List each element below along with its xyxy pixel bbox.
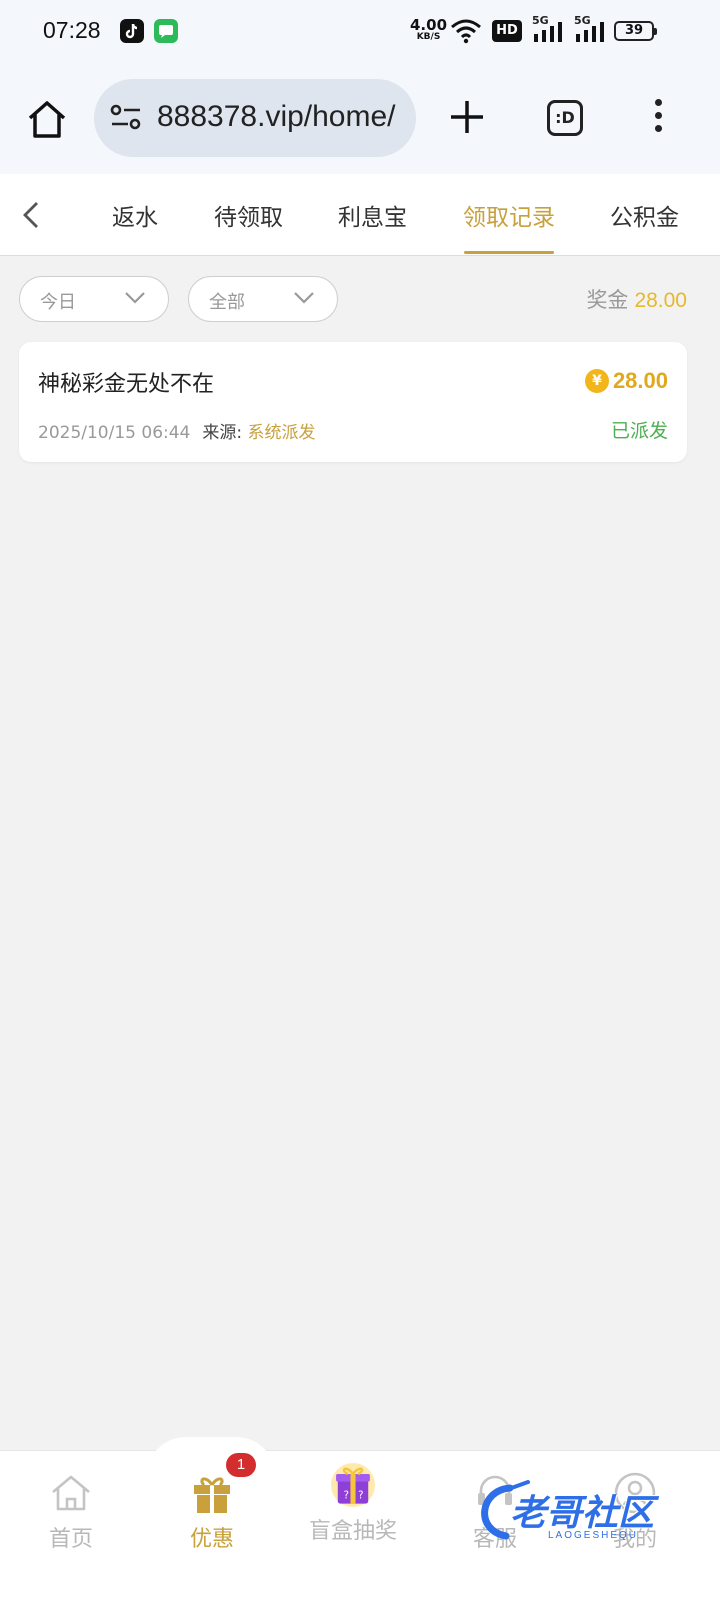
record-card[interactable]: 神秘彩金无处不在 ¥ 28.00 2025/10/15 06:44 来源: 系统派… [19, 342, 687, 462]
tab-claim-records[interactable]: 领取记录 [463, 198, 555, 232]
record-time: 2025/10/15 06:44 [38, 423, 191, 443]
chevron-down-icon [294, 292, 314, 304]
record-amount: 28.00 [612, 368, 668, 393]
status-time: 07:28 [43, 17, 101, 43]
date-filter-dropdown[interactable]: 今日 [19, 276, 169, 322]
tab-provident-fund[interactable]: 公积金 [610, 198, 679, 232]
nav-home[interactable]: 首页 [11, 1471, 131, 1553]
messages-icon [154, 19, 178, 43]
record-source-label: 来源: [202, 423, 243, 443]
active-tab-indicator [464, 251, 554, 254]
record-source-value: 系统派发 [247, 423, 316, 443]
nav-mystery-box[interactable]: ? ? 盲盒抽奖 [293, 1463, 413, 1545]
wifi-icon [451, 19, 481, 44]
bonus-total-label: 奖金 [586, 288, 629, 312]
home-icon [52, 1475, 90, 1511]
nav-promotions[interactable]: 优惠 [152, 1471, 272, 1553]
tab-switcher-button[interactable]: :D [547, 100, 583, 136]
nav-promotions-label: 优惠 [189, 1527, 234, 1552]
watermark-logo: 老哥社区 LAOGESHEQU [470, 1470, 695, 1554]
record-title: 神秘彩金无处不在 [38, 372, 215, 397]
type-filter-value: 全部 [209, 292, 245, 313]
address-bar[interactable]: 888378.vip/home/ [94, 79, 416, 157]
bonus-total: 奖金 28.00 [586, 284, 687, 314]
promotions-badge: 1 [226, 1453, 256, 1477]
watermark-text: 老哥社区 [510, 1493, 655, 1534]
battery-icon: 39 [614, 21, 657, 41]
date-filter-value: 今日 [40, 292, 76, 313]
type-filter-dropdown[interactable]: 全部 [188, 276, 338, 322]
record-amount-group: ¥ 28.00 [584, 368, 668, 394]
record-status: 已派发 [610, 420, 668, 442]
tab-pending[interactable]: 待领取 [214, 198, 283, 232]
svg-text:?: ? [344, 1491, 349, 1502]
status-bar: 07:28 4.00 KB/S HD 5G 5G 39 [0, 0, 720, 64]
yuan-coin-icon: ¥ [584, 369, 609, 393]
hd-icon: HD [492, 20, 522, 42]
browser-toolbar: 888378.vip/home/ :D [0, 64, 720, 174]
plus-icon[interactable] [446, 96, 488, 138]
signal-icon [534, 22, 562, 42]
tab-rebate[interactable]: 返水 [112, 198, 158, 232]
home-icon[interactable] [24, 96, 70, 142]
svg-text:?: ? [358, 1491, 363, 1502]
record-meta: 2025/10/15 06:44 来源: 系统派发 [38, 418, 316, 443]
bonus-total-amount: 28.00 [634, 289, 687, 312]
watermark-subtext: LAOGESHEQU [548, 1530, 639, 1541]
mystery-box-icon: ? ? [331, 1463, 375, 1507]
chevron-down-icon [125, 292, 145, 304]
nav-home-label: 首页 [48, 1527, 93, 1552]
site-settings-icon[interactable] [110, 103, 142, 133]
network-speed: 4.00 KB/S [410, 16, 448, 43]
url-text[interactable]: 888378.vip/home/ [157, 100, 396, 134]
nav-mystery-box-label: 盲盒抽奖 [308, 1519, 397, 1544]
more-menu-icon[interactable] [648, 96, 668, 138]
signal-icon-2 [576, 22, 604, 42]
back-arrow-icon[interactable] [18, 200, 44, 230]
tiktok-icon [120, 19, 144, 43]
category-tabs: 返水 待领取 利息宝 领取记录 公积金 [0, 174, 720, 256]
gift-icon [194, 1477, 230, 1513]
tab-interest[interactable]: 利息宝 [338, 198, 407, 232]
